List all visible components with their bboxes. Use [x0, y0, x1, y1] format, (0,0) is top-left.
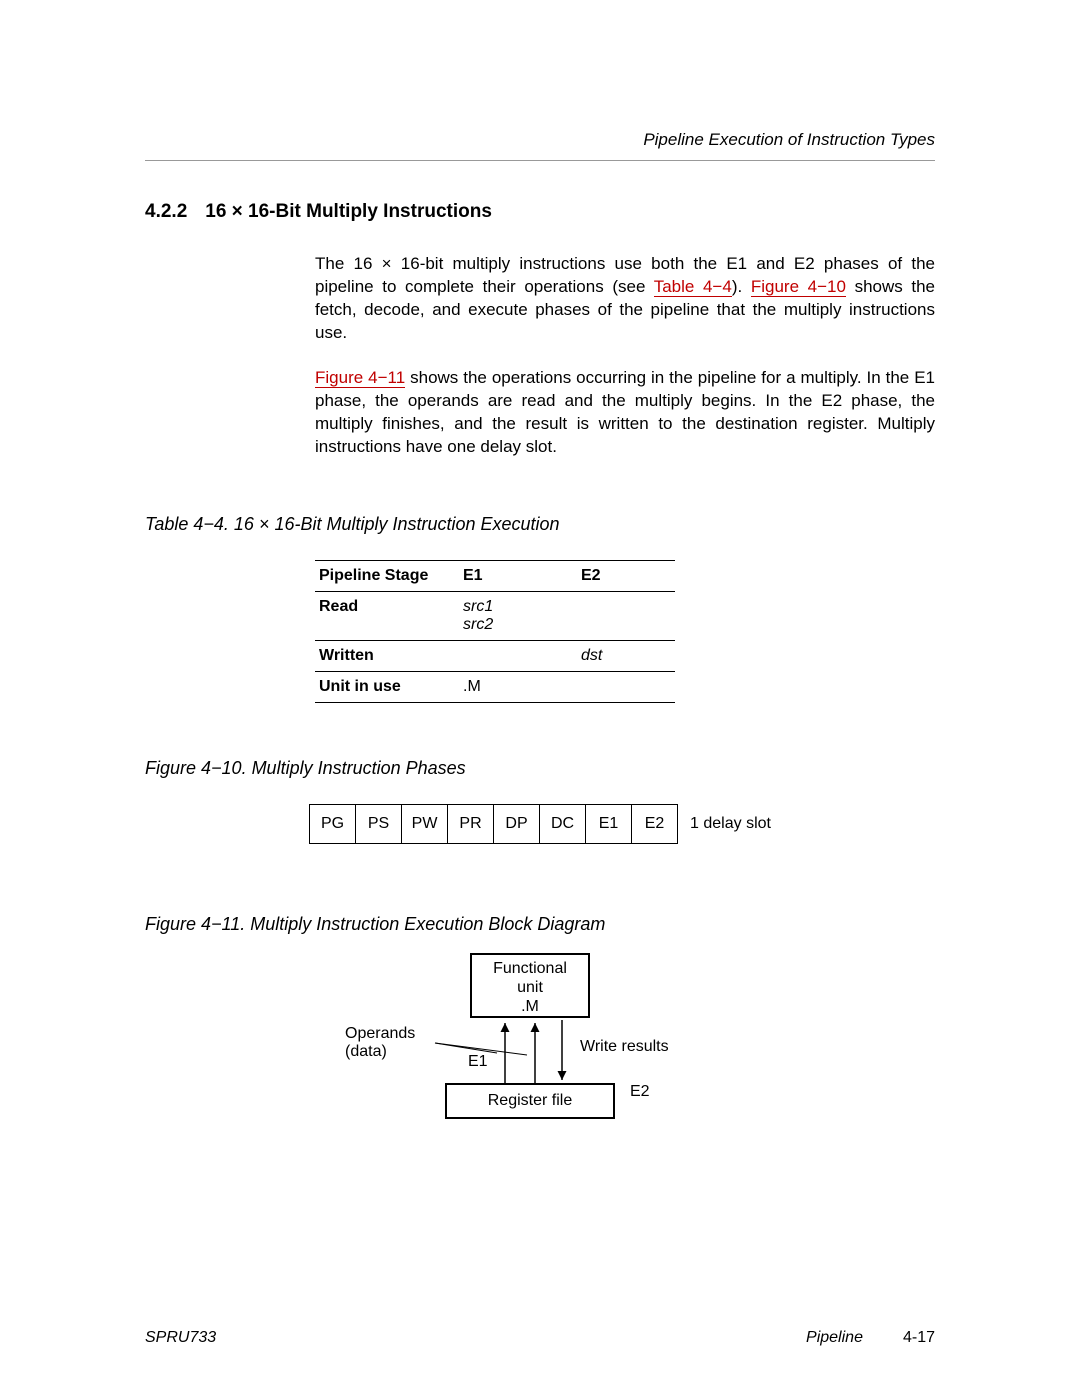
e2-label: E2: [630, 1083, 650, 1101]
footer-doc-id: SPRU733: [145, 1329, 216, 1347]
para2-a: shows the operations occurring in the pi…: [315, 368, 935, 456]
page-footer: SPRU733 Pipeline 4-17: [145, 1329, 935, 1347]
phase-cell: PS: [356, 805, 402, 843]
t44-r1-e1: [459, 640, 577, 671]
t44-r2-label: Unit in use: [315, 671, 459, 702]
t44-r1-e2: dst: [577, 640, 675, 671]
phase-cell: E1: [586, 805, 632, 843]
delay-slot-label: 1 delay slot: [690, 815, 771, 833]
t44-h2: E2: [577, 560, 675, 591]
phase-cell: PG: [310, 805, 356, 843]
table-4-4-caption: Table 4−4. 16 × 16-Bit Multiply Instruct…: [145, 514, 935, 535]
e1-label: E1: [468, 1053, 488, 1071]
phase-cell: DP: [494, 805, 540, 843]
t44-r0-e2: [577, 591, 675, 640]
functional-unit-box: Functional unit .M: [470, 953, 590, 1018]
t44-r0-e1: src1src2: [459, 591, 577, 640]
phase-cell: DC: [540, 805, 586, 843]
t44-h1: E1: [459, 560, 577, 591]
paragraph-1: The 16 × 16-bit multiply instructions us…: [315, 253, 935, 345]
figure-4-10: PGPSPWPRDPDCE1E2 1 delay slot: [145, 804, 935, 844]
phase-cell: PR: [448, 805, 494, 843]
figure-4-11: Functional unit .M Register file Operand…: [290, 953, 790, 1153]
t44-h0: Pipeline Stage: [315, 560, 459, 591]
link-figure-4-10[interactable]: Figure 4−10: [751, 277, 846, 297]
footer-page-number: 4-17: [903, 1329, 935, 1347]
para1-b: ).: [732, 277, 751, 296]
phase-cell: PW: [402, 805, 448, 843]
figure-4-11-caption: Figure 4−11. Multiply Instruction Execut…: [145, 914, 935, 935]
running-head: Pipeline Execution of Instruction Types: [145, 130, 935, 161]
figure-4-10-caption: Figure 4−10. Multiply Instruction Phases: [145, 758, 935, 779]
section-title: 16 × 16-Bit Multiply Instructions: [205, 201, 492, 222]
t44-r0-label: Read: [315, 591, 459, 640]
link-figure-4-11[interactable]: Figure 4−11: [315, 368, 405, 388]
phase-cell: E2: [632, 805, 677, 843]
register-file-box: Register file: [445, 1083, 615, 1119]
t44-r1-label: Written: [315, 640, 459, 671]
section-number: 4.2.2: [145, 201, 187, 223]
footer-chapter: Pipeline: [806, 1329, 863, 1347]
table-4-4: Pipeline Stage E1 E2 Read src1src2 Writt…: [315, 560, 675, 703]
t44-r2-e1: .M: [459, 671, 577, 702]
link-table-4-4[interactable]: Table 4−4: [654, 277, 732, 297]
section-heading: 4.2.2 16 × 16-Bit Multiply Instructions: [145, 201, 935, 223]
t44-r2-e2: [577, 671, 675, 702]
operands-label: Operands(data): [345, 1025, 415, 1061]
paragraph-2: Figure 4−11 shows the operations occurri…: [315, 367, 935, 459]
write-results-label: Write results: [580, 1038, 669, 1056]
